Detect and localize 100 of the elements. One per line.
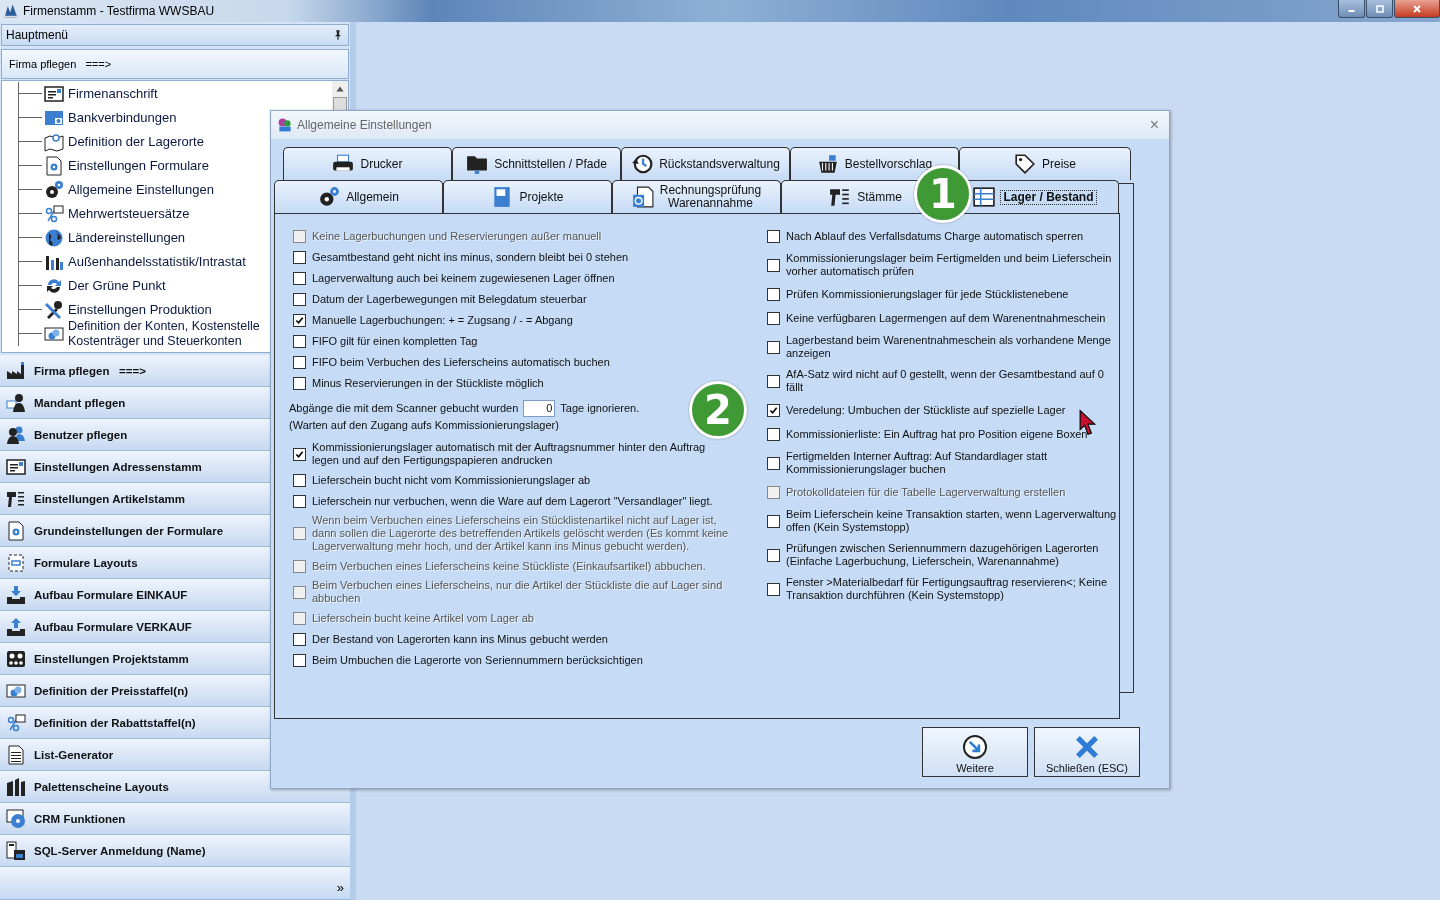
checkbox[interactable] xyxy=(767,287,780,301)
basket-icon xyxy=(816,153,839,175)
option-label: Beim Lieferschein keine Transaktion starten, wenn Lagerverwaltung offen (Kein Systemstopp) xyxy=(786,508,1118,534)
option-label: Tage ignorieren. xyxy=(560,402,640,415)
dialog-title: Allgemeine Einstellungen xyxy=(297,118,433,132)
percent-icon xyxy=(6,712,26,733)
checkbox[interactable] xyxy=(767,427,780,441)
euro-icon xyxy=(631,186,654,208)
gear-document-icon xyxy=(6,520,26,541)
settings-app-icon xyxy=(277,117,293,133)
checkbox[interactable] xyxy=(767,340,780,354)
option-label: Keine Lagerbuchungen und Reservierungen außer manuell xyxy=(312,229,602,243)
section-title: Firma pflegen ===> xyxy=(9,57,112,70)
checkbox[interactable] xyxy=(293,653,306,667)
checkbox[interactable] xyxy=(293,376,306,390)
option-label: Lagerbestand beim Warenentnahmeschein als vorhandene Menge anzeigen xyxy=(786,334,1112,360)
menu-item[interactable]: CRM Funktionen xyxy=(0,803,350,835)
checkbox[interactable] xyxy=(293,250,306,264)
app-icon xyxy=(3,3,19,19)
checkbox[interactable] xyxy=(767,258,780,272)
checkbox[interactable] xyxy=(767,582,780,596)
tree-item[interactable]: Der Grüne Punkt xyxy=(68,278,166,294)
checkbox[interactable] xyxy=(767,456,780,470)
tree-item[interactable]: Definition der Konten, Kostenstelle Kostenträger und Steuerkonten xyxy=(68,318,260,349)
menu-item[interactable]: SQL-Server Anmeldung (Name) xyxy=(0,835,350,867)
option-label: Fenster >Materialbedarf für Fertigungsauftrag reservieren<; Keine Transaktion durchführen (Kein Systemstopp) xyxy=(786,576,1108,602)
people-icon xyxy=(6,424,26,445)
gear-icon xyxy=(44,179,64,200)
checkbox[interactable] xyxy=(293,271,306,285)
tree-item[interactable]: Allgemeine Einstellungen xyxy=(68,182,214,198)
tree-item[interactable]: Bankverbindungen xyxy=(68,110,177,126)
table-icon xyxy=(973,186,996,208)
tab[interactable]: Drucker xyxy=(283,147,452,180)
checkbox[interactable] xyxy=(293,292,306,306)
tree-item[interactable]: Mehrwertsteuersätze xyxy=(68,206,190,222)
days-input[interactable]: 0 xyxy=(523,400,556,417)
folder-icon xyxy=(466,153,489,175)
maximize-button[interactable] xyxy=(1366,0,1393,18)
option-label: Gesamtbestand geht nicht ins minus, sondern bleibt bei 0 stehen xyxy=(312,250,629,264)
option-label: Protokolldateien für die Tabelle Lagerverwaltung erstellen xyxy=(786,485,1066,499)
checkbox[interactable] xyxy=(767,548,780,562)
checkbox[interactable] xyxy=(293,473,306,487)
tree-item[interactable]: Ländereinstellungen xyxy=(68,230,186,246)
tab[interactable]: Schnittstellen / Pfade xyxy=(452,147,621,180)
factory-icon xyxy=(6,360,26,381)
option-label: Kommissionierliste: Ein Auftrag hat pro Position eigene Boxen xyxy=(786,427,1088,441)
option-label: Manuelle Lagerbuchungen: + = Zugsang / - = Abgang xyxy=(312,313,573,327)
checkbox[interactable] xyxy=(293,632,306,646)
dashboard-icon xyxy=(6,648,26,669)
tab[interactable]: Projekte xyxy=(443,180,612,213)
checkbox[interactable] xyxy=(767,229,780,243)
history-icon xyxy=(631,153,654,175)
option-label: Nach Ablauf des Verfallsdatums Charge automatisch sperren xyxy=(786,229,1084,243)
globe-icon xyxy=(44,227,64,248)
layout-icon xyxy=(6,552,26,573)
tab[interactable]: Rückstandsverwaltung xyxy=(621,147,790,180)
download-tray-icon xyxy=(6,584,26,605)
tree-item[interactable]: Firmenanschrift xyxy=(68,86,158,102)
tab[interactable]: Rechnungsprüfung Warenannahme xyxy=(612,180,781,213)
close-button[interactable]: × xyxy=(1145,116,1163,134)
checkbox[interactable] xyxy=(767,514,780,528)
checkbox[interactable] xyxy=(293,447,306,461)
minimize-button[interactable] xyxy=(1338,0,1365,18)
checkbox[interactable] xyxy=(767,374,780,388)
close-icon xyxy=(1412,3,1422,14)
option-label: Lagerverwaltung auch bei keinem zugewiesenen Lager öffnen xyxy=(312,271,615,285)
percent-icon xyxy=(44,203,64,224)
tab[interactable]: Preise xyxy=(959,147,1131,180)
option-label: Prüfen Kommissionierungslager für jede Stücklistenebene xyxy=(786,287,1069,301)
checkbox[interactable] xyxy=(293,313,306,327)
window-title: Firmenstamm - Testfirma WWSBAU xyxy=(23,4,215,18)
tab[interactable]: Allgemein xyxy=(274,180,443,213)
person-icon xyxy=(6,392,26,413)
checkbox[interactable] xyxy=(767,311,780,325)
close-button[interactable] xyxy=(1394,0,1440,18)
map-pin-icon xyxy=(44,131,64,152)
option-label: FIFO gilt für einen kompletten Tag xyxy=(312,334,478,348)
tree-item[interactable]: Definition der Lagerorte xyxy=(68,134,204,150)
close-dialog-button[interactable]: Schließen (ESC) xyxy=(1034,727,1140,777)
checkbox[interactable] xyxy=(767,403,780,417)
maximize-icon xyxy=(1374,3,1385,14)
checkbox[interactable] xyxy=(293,494,306,508)
close-icon xyxy=(1074,734,1100,760)
minimize-icon xyxy=(1348,10,1355,12)
address-card-icon xyxy=(44,83,64,104)
disc-icon xyxy=(6,808,26,829)
option-label: Fertigmelden Interner Auftrag: Auf Standardlager statt Kommissionierungslager buchen xyxy=(786,450,1049,476)
tree-item[interactable]: Einstellungen Formulare xyxy=(68,158,209,174)
list-icon xyxy=(6,744,26,765)
expand-button[interactable]: » xyxy=(330,880,350,899)
next-button[interactable]: Weitere xyxy=(922,727,1028,777)
option-label: Kommissionierungslager beim Fertigmelden und beim Lieferschein vorher automatisch prüfen xyxy=(786,252,1113,278)
option-label: Prüfungen zwischen Seriennummern dazugehörigen Lagerorten (Einfache Lagerbuchung, Lieferschein, Warenannahme) xyxy=(786,542,1100,568)
gear-icon xyxy=(318,186,341,208)
upload-tray-icon xyxy=(6,616,26,637)
checkbox[interactable] xyxy=(293,334,306,348)
tree-item[interactable]: Einstellungen Produktion xyxy=(68,302,212,318)
checkbox[interactable] xyxy=(293,355,306,369)
tag-icon xyxy=(1014,153,1036,175)
tree-item[interactable]: Außenhandelsstatistik/Intrastat xyxy=(68,254,246,270)
